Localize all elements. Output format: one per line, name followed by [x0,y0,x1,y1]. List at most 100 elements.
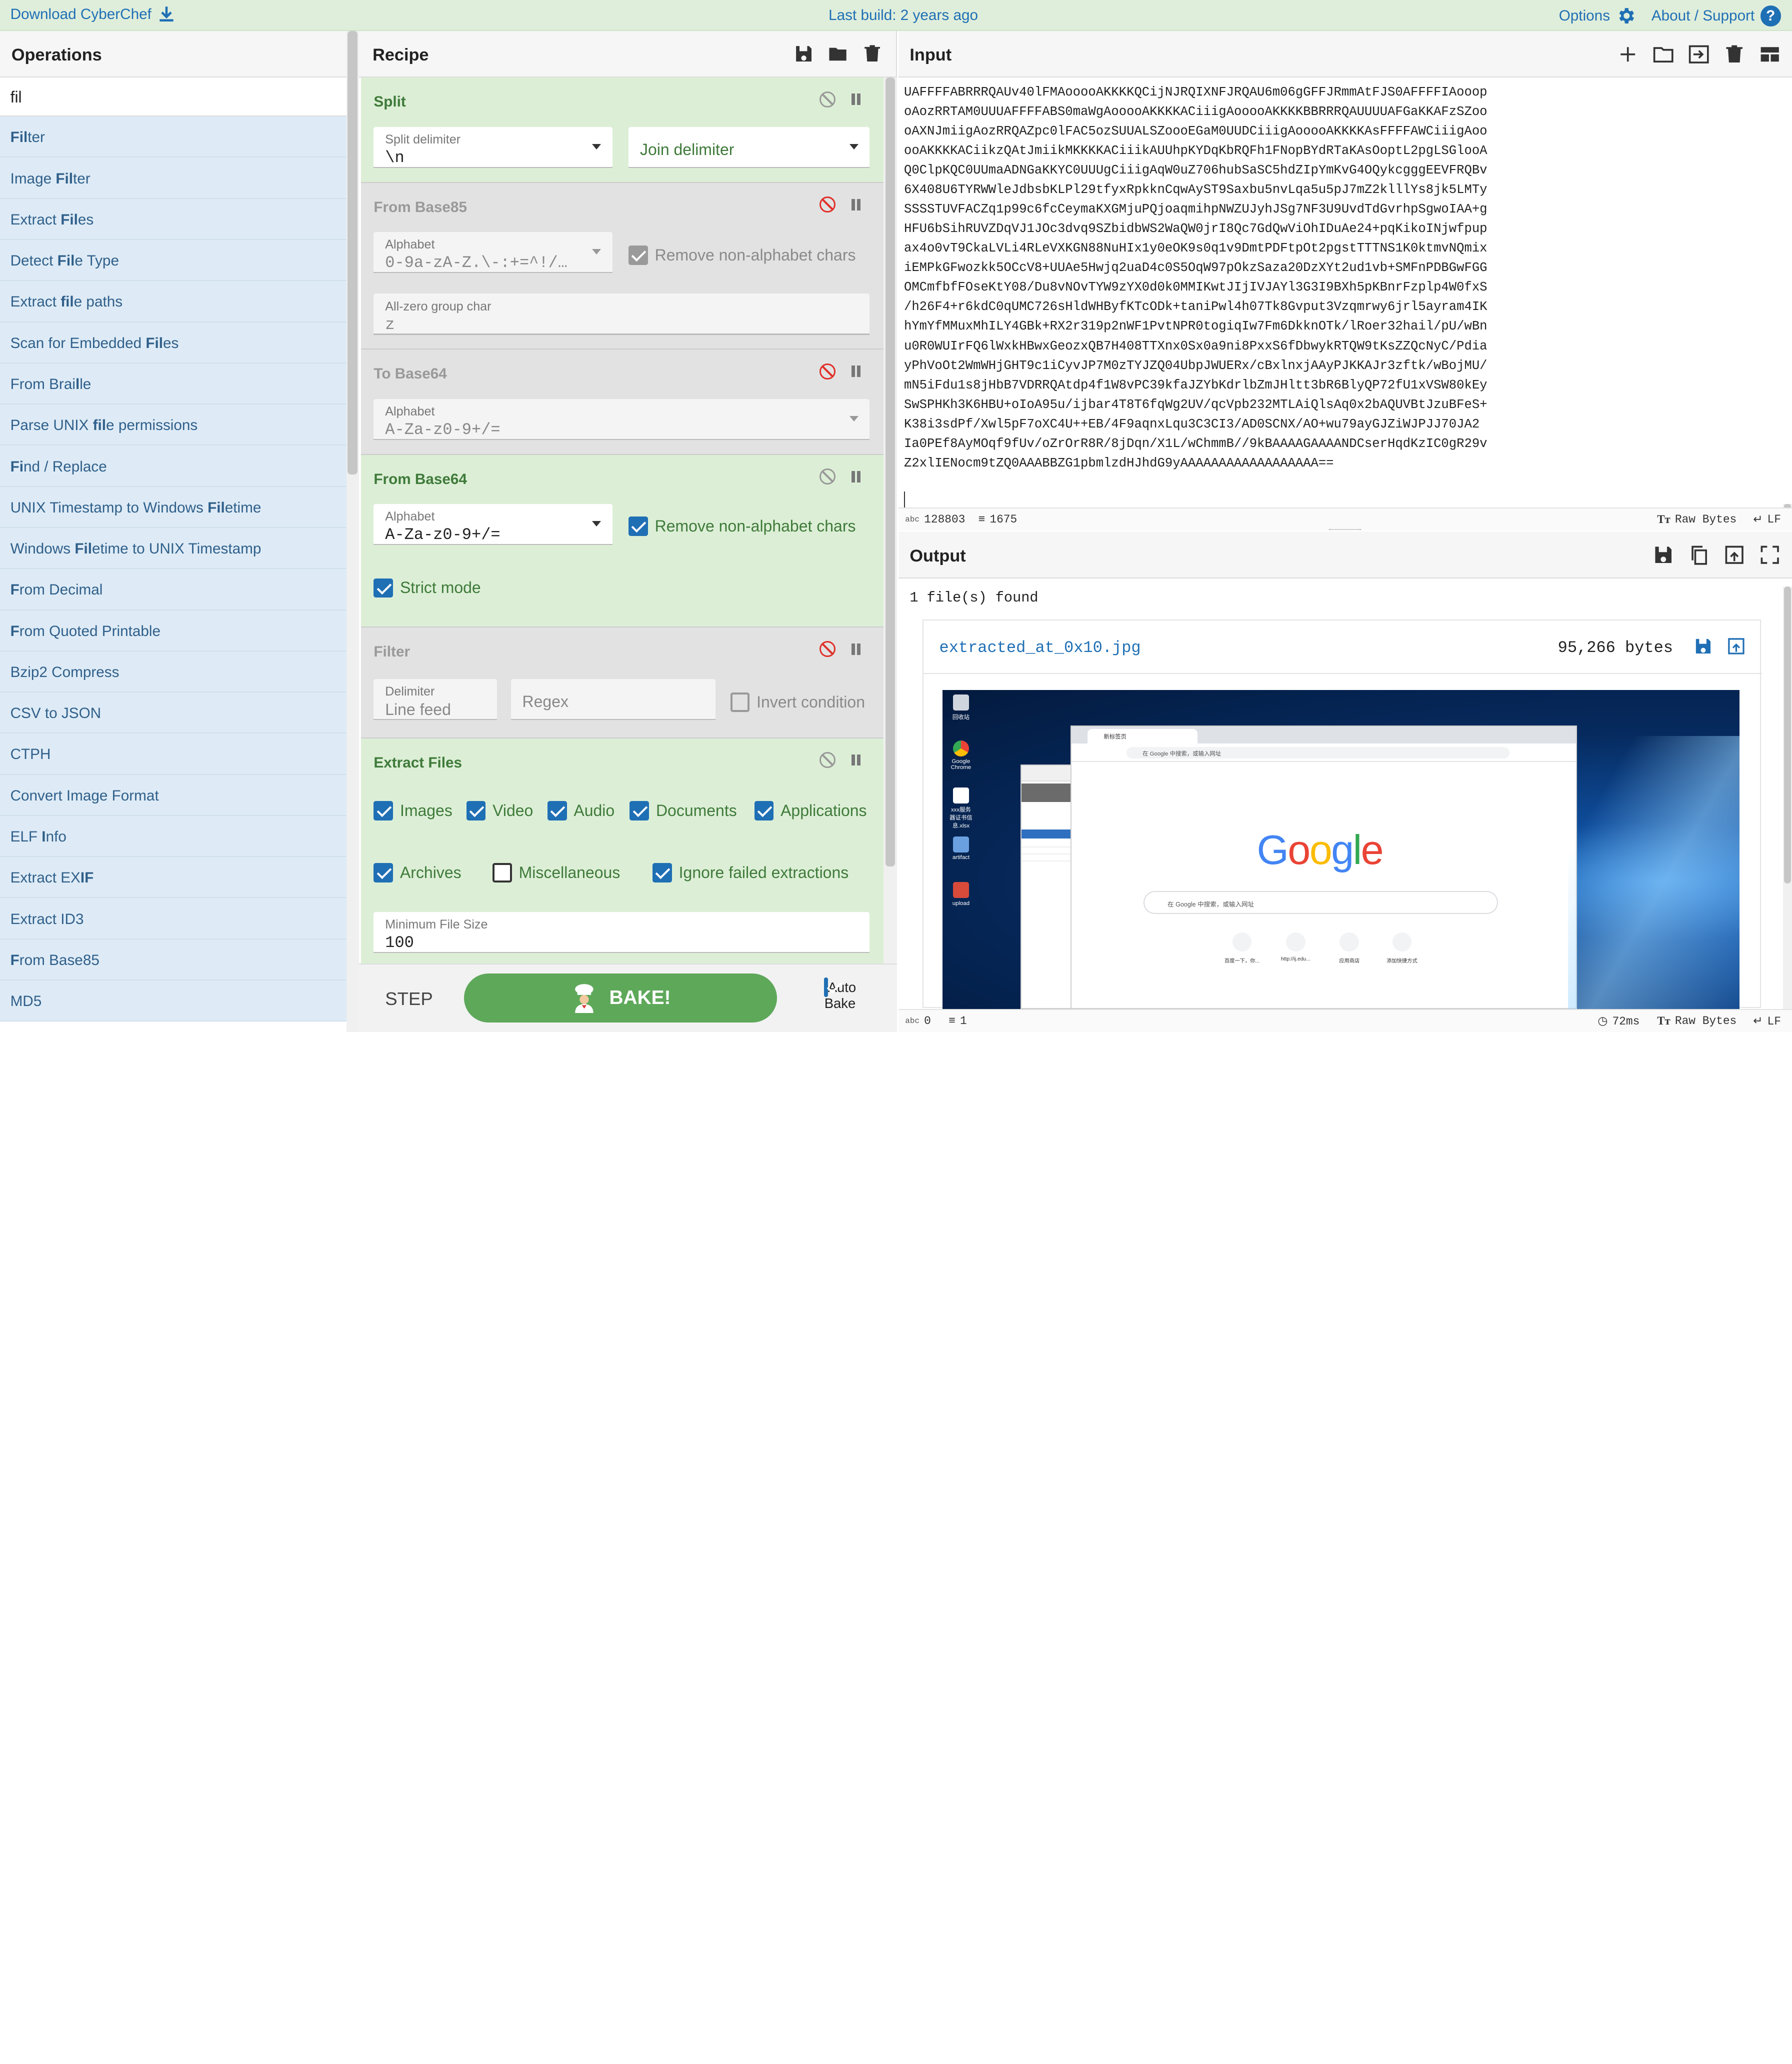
operation-item[interactable]: Extract ID3 [0,898,346,940]
step-button[interactable]: STEP [385,988,433,1010]
recipe-op-filter[interactable]: Filter Delimiter Line feed Regex Invert … [361,627,884,738]
save-file-icon[interactable] [1694,636,1713,656]
recipe-op-from-base64[interactable]: From Base64 Alphabet A-Za-z0-9+/= Remove… [361,454,884,628]
operation-item[interactable]: Extract EXIF [0,857,346,898]
recipe-op-extract-files[interactable]: Extract Files Images Video Audio Documen… [361,738,884,964]
operation-item[interactable]: Bzip2 Compress [0,651,346,693]
applications-checkbox[interactable]: Applications [754,801,867,821]
from-base64-alphabet-select[interactable]: Alphabet A-Za-z0-9+/= [374,504,613,546]
operation-item[interactable]: Image Filter [0,158,346,199]
input-encoding[interactable]: Tт Raw Bytes [1657,513,1736,526]
encoding-value[interactable]: Raw Bytes [1675,513,1736,526]
download-label[interactable]: Download CyberChef [10,6,152,23]
download-link[interactable]: Download CyberChef [10,6,174,22]
chevron-down-icon[interactable] [592,144,602,150]
disable-op-icon[interactable] [819,641,836,658]
encoding-value[interactable]: Raw Bytes [1675,1014,1736,1028]
operation-item[interactable]: UNIX Timestamp to Windows Filetime [0,486,346,528]
checkbox-box[interactable] [652,862,672,882]
chevron-down-icon[interactable] [592,249,602,254]
checkbox-box[interactable] [374,801,394,821]
operations-scroll-thumb[interactable] [347,30,358,474]
remove-nonalphabet-checkbox[interactable]: Remove non-alphabet chars [628,246,856,266]
disable-op-icon[interactable] [819,752,836,768]
recipe-op-to-base64[interactable]: To Base64 Alphabet A-Za-z0-9+/= [361,350,884,455]
maximize-icon[interactable] [1759,544,1780,566]
operation-item[interactable]: Find / Replace [0,446,346,487]
operation-item[interactable]: Convert Image Format [0,774,346,816]
breakpoint-icon[interactable] [851,94,861,106]
operation-item[interactable]: Extract Files [0,198,346,240]
invert-condition-checkbox[interactable]: Invert condition [730,692,865,712]
options-link[interactable]: Options [1559,6,1636,26]
split-delimiter-select[interactable]: Split delimiter \n [374,126,613,168]
operations-scrollbar[interactable] [346,30,359,1032]
breakpoint-icon[interactable] [851,643,861,655]
checkbox-box[interactable] [730,692,750,712]
save-output-icon[interactable] [1652,544,1674,566]
move-to-input-icon[interactable] [1726,636,1746,656]
disable-op-icon[interactable] [819,363,836,380]
extracted-file-link[interactable]: extracted_at_0x10.jpg [940,638,1141,657]
operation-item[interactable]: CTPH [0,734,346,775]
output-eol[interactable]: ↵ LF [1753,1014,1781,1028]
operation-item[interactable]: From Base85 [0,939,346,981]
breakpoint-icon[interactable] [851,470,861,482]
miscellaneous-checkbox[interactable]: Miscellaneous [492,862,620,882]
download-icon[interactable] [158,6,174,22]
operation-item[interactable]: Scan for Embedded Files [0,322,346,364]
images-checkbox[interactable]: Images [374,801,452,821]
chevron-down-icon[interactable] [849,416,858,422]
save-recipe-icon[interactable] [794,44,814,64]
open-folder-icon[interactable] [1652,44,1674,65]
breakpoint-icon[interactable] [851,366,861,378]
input-eol[interactable]: ↵ LF [1753,513,1781,526]
checkbox-box[interactable] [374,862,394,882]
output-scroll-thumb[interactable] [1784,586,1791,884]
checkbox-box[interactable] [824,977,828,997]
eol-value[interactable]: LF [1768,1015,1781,1028]
copy-output-icon[interactable] [1688,544,1710,566]
operation-item[interactable]: MD5 [0,980,346,1022]
checkbox-box[interactable] [628,516,648,536]
checkbox-box[interactable] [628,246,648,266]
auto-bake-toggle[interactable]: Auto Bake [807,977,874,1012]
min-file-size-input[interactable]: Minimum File Size 100 [374,912,870,954]
chevron-down-icon[interactable] [849,144,858,150]
load-recipe-folder-icon[interactable] [828,44,848,64]
operation-item[interactable]: Parse UNIX file permissions [0,404,346,446]
options-label[interactable]: Options [1559,8,1610,24]
clear-input-trash-icon[interactable] [1724,44,1745,65]
checkbox-box[interactable] [492,862,512,882]
breakpoint-icon[interactable] [851,198,861,210]
base85-alphabet-select[interactable]: Alphabet 0-9a-zA-Z.\-:+=^!/… [374,232,613,274]
disable-op-icon[interactable] [819,468,836,485]
remove-nonalphabet-checkbox[interactable]: Remove non-alphabet chars [628,516,856,536]
about-link[interactable]: About / Support ? [1652,6,1781,26]
operation-item[interactable]: ELF Info [0,816,346,858]
operation-item[interactable]: Extract file paths [0,281,346,322]
disable-op-icon[interactable] [819,91,836,108]
filter-delimiter-select[interactable]: Delimiter Line feed [374,678,498,720]
filter-regex-input[interactable]: Regex [510,678,716,720]
replace-input-icon[interactable] [1724,544,1745,566]
checkbox-box[interactable] [466,801,486,821]
eol-value[interactable]: LF [1768,513,1781,526]
output-encoding[interactable]: Tт Raw Bytes [1657,1014,1736,1028]
recipe-op-split[interactable]: Split Split delimiter \n Join delimiter [361,78,884,183]
input-textarea[interactable]: UAFFFFABRRRQAUv40lFMAooooAKKKKQCijNJRQIX… [904,82,1772,474]
documents-checkbox[interactable]: Documents [630,801,737,821]
ignore-failed-checkbox[interactable]: Ignore failed extractions [652,862,848,882]
operation-item[interactable]: Filter [0,116,346,158]
allzero-group-input[interactable]: All-zero group char z [374,294,870,335]
operation-item[interactable]: From Decimal [0,569,346,610]
video-checkbox[interactable]: Video [466,801,533,821]
strict-mode-checkbox[interactable]: Strict mode [374,578,481,598]
recipe-op-from-base85[interactable]: From Base85 Alphabet 0-9a-zA-Z.\-:+=^!/…… [361,182,884,350]
layout-icon[interactable] [1759,44,1780,65]
disable-op-icon[interactable] [819,196,836,213]
bake-label[interactable]: BAKE! [609,987,670,1009]
checkbox-box[interactable] [754,801,774,821]
gear-icon[interactable] [1616,6,1636,26]
recipe-scrollbar[interactable] [883,78,898,964]
